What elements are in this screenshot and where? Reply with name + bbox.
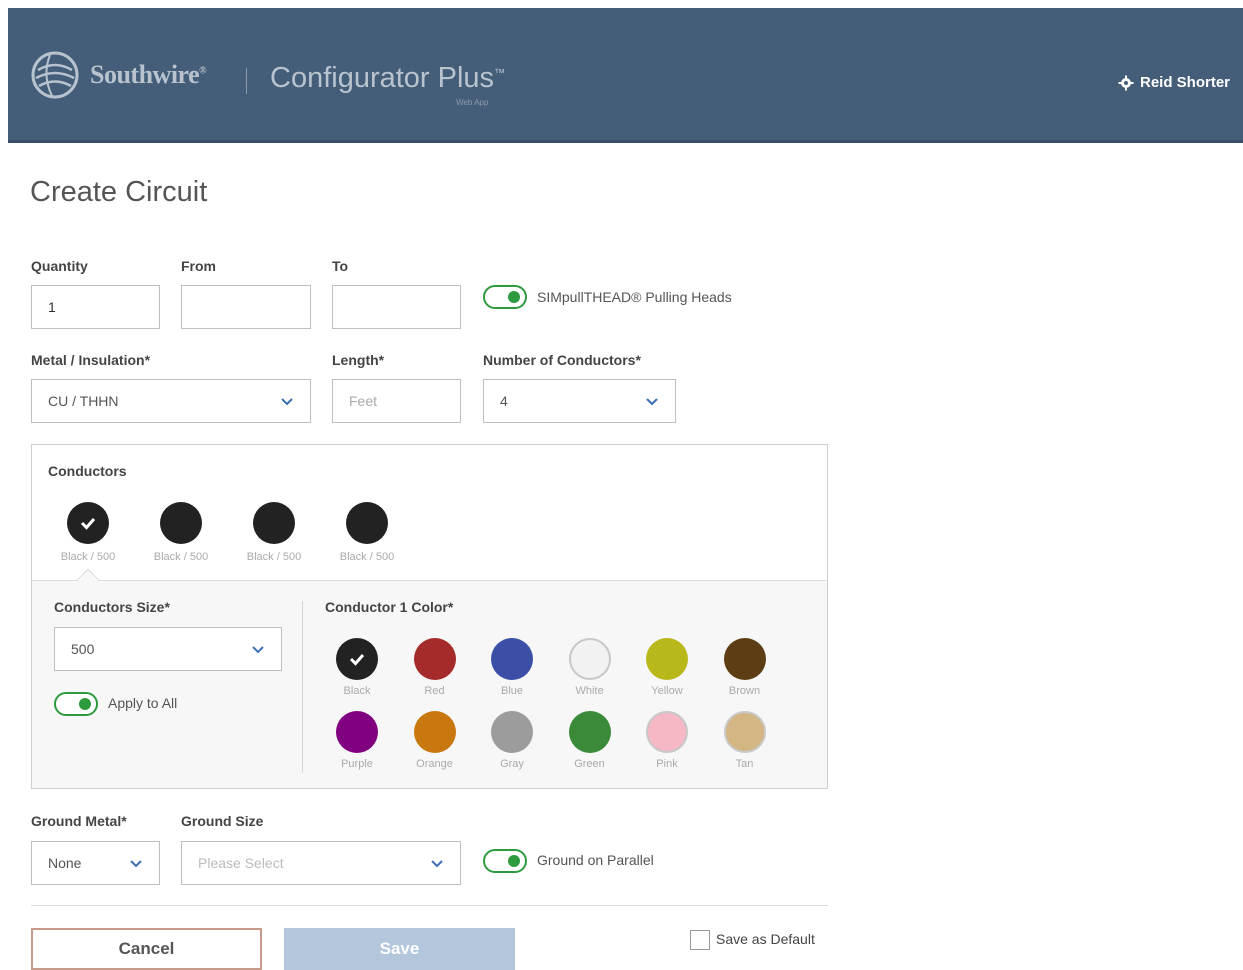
detail-divider <box>302 601 303 773</box>
color-label-yellow: Yellow <box>651 685 683 697</box>
conductor-size-value: 500 <box>71 641 95 657</box>
color-swatch-red[interactable] <box>413 638 456 680</box>
selection-notch <box>76 568 100 592</box>
conductor-detail: Conductors Size* 500 Apply to All Conduc… <box>32 568 827 788</box>
pulling-heads-toggle[interactable] <box>483 285 527 309</box>
color-label-brown: Brown <box>728 685 761 697</box>
metal-insulation-label: Metal / Insulation* <box>31 352 151 368</box>
color-swatch-green[interactable] <box>568 711 611 753</box>
chevron-down-icon <box>252 646 264 654</box>
ground-metal-value: None <box>48 855 82 871</box>
metal-insulation-select[interactable]: CU / THHN <box>31 379 311 423</box>
checkmark-icon <box>349 654 365 666</box>
color-label-orange: Orange <box>416 758 453 770</box>
ground-parallel-label: Ground on Parallel <box>537 852 654 868</box>
conductor-4-caption: Black / 500 <box>339 551 395 563</box>
from-input[interactable] <box>181 285 311 329</box>
ground-metal-select[interactable]: None <box>31 841 160 885</box>
ground-size-value: Please Select <box>198 855 284 871</box>
conductor-3-swatch[interactable] <box>253 502 295 544</box>
conductor-2-caption: Black / 500 <box>153 551 209 563</box>
save-button[interactable]: Save <box>284 928 515 970</box>
color-swatch-white[interactable] <box>568 638 611 680</box>
length-label: Length* <box>332 352 385 368</box>
gear-icon <box>1118 75 1134 90</box>
color-swatch-pink[interactable] <box>646 711 688 753</box>
conductor-3-caption: Black / 500 <box>246 551 302 563</box>
chevron-down-icon <box>281 398 293 406</box>
ground-size-label: Ground Size <box>181 813 264 829</box>
conductor-1-swatch[interactable] <box>67 502 109 544</box>
color-label-gray: Gray <box>500 758 524 770</box>
page-title: Create Circuit <box>30 176 208 208</box>
conductors-panel: Conductors Black / 500 Black / 500 Black /… <box>31 444 828 789</box>
to-label: To <box>332 258 349 274</box>
save-default-label: Save as Default <box>716 931 815 947</box>
color-label-black: Black <box>343 685 371 697</box>
apply-all-label: Apply to All <box>108 695 178 711</box>
user-menu[interactable]: Reid Shorter <box>1118 74 1230 91</box>
num-conductors-label: Number of Conductors* <box>483 352 641 368</box>
southwire-globe-logo <box>31 51 79 99</box>
color-swatch-brown[interactable] <box>723 638 766 680</box>
apply-all-toggle[interactable] <box>54 692 98 716</box>
brand-name: Southwire® <box>90 60 207 89</box>
metal-insulation-value: CU / THHN <box>48 393 119 409</box>
color-swatch-purple[interactable] <box>336 711 378 753</box>
conductor-size-label: Conductors Size* <box>54 599 170 615</box>
ground-size-select[interactable]: Please Select <box>181 841 461 885</box>
color-label-pink: Pink <box>656 758 678 770</box>
chevron-down-icon <box>431 860 443 868</box>
quantity-input[interactable]: 1 <box>31 285 160 329</box>
color-swatch-black[interactable] <box>336 638 378 680</box>
app-subtitle: Web App <box>456 98 489 107</box>
conductor-4-swatch[interactable] <box>346 502 388 544</box>
quantity-label: Quantity <box>31 258 88 274</box>
color-label-tan: Tan <box>735 758 754 770</box>
header-divider <box>246 68 247 94</box>
color-label-white: White <box>575 685 604 697</box>
checkmark-icon <box>80 518 96 530</box>
chevron-down-icon <box>130 860 142 868</box>
conductors-title: Conductors <box>48 463 127 479</box>
color-swatch-orange[interactable] <box>413 711 456 753</box>
save-default-checkbox[interactable] <box>690 930 710 950</box>
color-label-green: Green <box>574 758 605 770</box>
color-swatch-gray[interactable] <box>491 711 533 753</box>
color-label-purple: Purple <box>341 758 373 770</box>
color-swatch-yellow[interactable] <box>646 638 688 680</box>
conductor-2-swatch[interactable] <box>160 502 202 544</box>
num-conductors-select[interactable]: 4 <box>483 379 676 423</box>
color-swatch-tan[interactable] <box>723 711 766 753</box>
ground-parallel-toggle[interactable] <box>483 849 527 873</box>
to-input[interactable] <box>332 285 461 329</box>
length-input[interactable]: Feet <box>332 379 461 423</box>
from-label: From <box>181 258 216 274</box>
conductor-color-label: Conductor 1 Color* <box>325 599 454 615</box>
ground-metal-label: Ground Metal* <box>31 813 127 829</box>
app-title: Configurator Plus™ <box>270 62 506 94</box>
pulling-heads-label: SIMpullTHEAD® Pulling Heads <box>537 289 732 305</box>
form-divider <box>31 905 828 906</box>
color-label-blue: Blue <box>500 685 524 697</box>
chevron-down-icon <box>646 398 658 406</box>
app-header: Southwire® Configurator Plus™ Web App Re… <box>8 8 1243 143</box>
conductor-size-select[interactable]: 500 <box>54 627 282 671</box>
color-swatch-blue[interactable] <box>491 638 533 680</box>
color-label-red: Red <box>424 685 445 697</box>
user-name: Reid Shorter <box>1140 74 1231 91</box>
cancel-button[interactable]: Cancel <box>31 928 262 970</box>
conductor-1-caption: Black / 500 <box>60 551 116 563</box>
num-conductors-value: 4 <box>500 393 508 409</box>
